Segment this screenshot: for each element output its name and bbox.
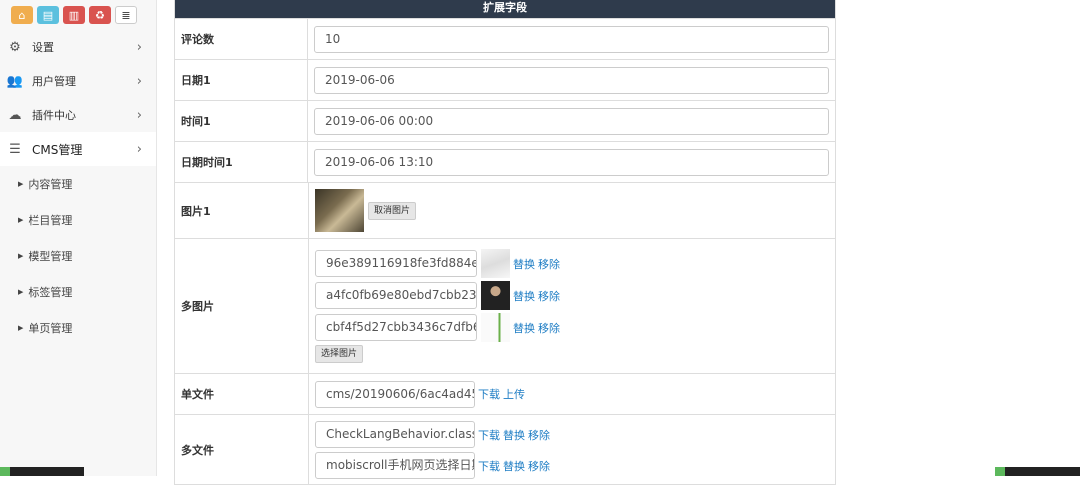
- sidebar-subitem-label: 标签管理: [28, 284, 72, 300]
- gears-icon: ⚙: [6, 40, 24, 55]
- multi-image-item: cbf4f5d27cbb3436c7dfb67 替换 移除: [315, 313, 829, 342]
- caret-right-icon: ▶: [18, 252, 23, 260]
- field-label: 单文件: [175, 374, 309, 414]
- home-icon[interactable]: ⌂: [11, 6, 33, 24]
- chevron-right-icon: ›: [137, 108, 142, 123]
- chevron-right-icon: ›: [137, 142, 142, 157]
- caret-right-icon: ▶: [18, 216, 23, 224]
- form-row-single-file: 单文件 cms/20190606/6ac4ad451 下载 上传: [175, 373, 835, 414]
- sidebar-subitem-tags[interactable]: ▶ 标签管理: [0, 274, 156, 310]
- caret-right-icon: ▶: [18, 324, 23, 332]
- multi-image-input[interactable]: a4fc0fb69e80ebd7cbb237: [315, 282, 477, 309]
- sidebar-item-plugins[interactable]: ☁ 插件中心 ›: [0, 98, 156, 132]
- select-images-button[interactable]: 选择图片: [315, 345, 363, 363]
- multi-image-input[interactable]: 96e389116918fe3fd884e9: [315, 250, 477, 277]
- form-row-multi-images: 多图片 96e389116918fe3fd884e9 替换 移除 a4fc0fb…: [175, 238, 835, 373]
- image-thumbnail: [481, 249, 510, 278]
- field-label: 多文件: [175, 415, 309, 484]
- field-label: 多图片: [175, 239, 309, 373]
- recycle-icon[interactable]: ♻: [89, 6, 111, 24]
- caret-right-icon: ▶: [18, 288, 23, 296]
- date1-input[interactable]: 2019-06-06: [314, 67, 829, 94]
- list-icon[interactable]: ≣: [115, 6, 137, 24]
- sidebar-subitem-label: 栏目管理: [28, 212, 72, 228]
- single-file-input[interactable]: cms/20190606/6ac4ad451: [315, 381, 475, 408]
- sidebar: ⌂ ▤ ▥ ♻ ≣ ⚙ 设置 › 👥 用户管理 › ☁ 插件中心 › ☰ CMS…: [0, 0, 157, 476]
- sidebar-subitem-category[interactable]: ▶ 栏目管理: [0, 202, 156, 238]
- multi-file-item: mobiscroll手机网页选择日期 下载 替换 移除: [315, 452, 829, 479]
- datetime1-input[interactable]: 2019-06-06 13:10: [314, 149, 829, 176]
- form-row-multi-files: 多文件 CheckLangBehavior.class.r 下载 替换 移除 m…: [175, 414, 835, 484]
- field-label: 时间1: [175, 101, 308, 141]
- remove-link[interactable]: 移除: [528, 458, 550, 474]
- status-indicator: [995, 467, 1005, 476]
- form-row-image1: 图片1 取消图片: [175, 182, 835, 238]
- download-link[interactable]: 下载: [478, 427, 500, 443]
- chevron-right-icon: ›: [137, 40, 142, 55]
- image-thumbnail: [481, 281, 510, 310]
- form-row-datetime1: 日期时间1 2019-06-06 13:10: [175, 141, 835, 182]
- caret-right-icon: ▶: [18, 180, 23, 188]
- remove-link[interactable]: 移除: [538, 288, 560, 304]
- cloud-icon: ☁: [6, 108, 24, 123]
- document-icon[interactable]: ▤: [37, 6, 59, 24]
- sidebar-item-label: 设置: [32, 39, 54, 55]
- field-label: 日期1: [175, 60, 308, 100]
- image-thumbnail: [315, 189, 364, 232]
- sidebar-subitem-label: 内容管理: [28, 176, 72, 192]
- extended-fields-panel: 扩展字段 评论数 10 日期1 2019-06-06 时间1 2019-06-0…: [174, 0, 836, 485]
- status-indicator: [0, 467, 10, 476]
- sidebar-subitem-label: 模型管理: [28, 248, 72, 264]
- replace-link[interactable]: 替换: [513, 288, 535, 304]
- field-label: 日期时间1: [175, 142, 308, 182]
- form-row-comments: 评论数 10: [175, 18, 835, 59]
- status-bar-right: [995, 467, 1080, 476]
- form-row-date1: 日期1 2019-06-06: [175, 59, 835, 100]
- multi-file-item: CheckLangBehavior.class.r 下载 替换 移除: [315, 421, 829, 448]
- sidebar-item-cms[interactable]: ☰ CMS管理 ›: [0, 132, 156, 166]
- cancel-image-button[interactable]: 取消图片: [368, 202, 416, 220]
- remove-link[interactable]: 移除: [528, 427, 550, 443]
- sidebar-item-settings[interactable]: ⚙ 设置 ›: [0, 30, 156, 64]
- sidebar-item-label: CMS管理: [32, 141, 82, 158]
- comments-input[interactable]: 10: [314, 26, 829, 53]
- sidebar-item-label: 插件中心: [32, 107, 76, 123]
- remove-link[interactable]: 移除: [538, 320, 560, 336]
- sidebar-subitem-content[interactable]: ▶ 内容管理: [0, 166, 156, 202]
- multi-image-item: a4fc0fb69e80ebd7cbb237 替换 移除: [315, 281, 829, 310]
- field-label: 图片1: [175, 183, 309, 238]
- chevron-right-icon: ›: [137, 74, 142, 89]
- time1-input[interactable]: 2019-06-06 00:00: [314, 108, 829, 135]
- sidebar-item-label: 用户管理: [32, 73, 76, 89]
- sidebar-subitem-pages[interactable]: ▶ 单页管理: [0, 310, 156, 346]
- trash-icon[interactable]: ▥: [63, 6, 85, 24]
- image-thumbnail: [481, 313, 510, 342]
- list-icon: ☰: [6, 142, 24, 157]
- replace-link[interactable]: 替换: [513, 320, 535, 336]
- multi-image-input[interactable]: cbf4f5d27cbb3436c7dfb67: [315, 314, 477, 341]
- upload-link[interactable]: 上传: [503, 386, 525, 402]
- multi-image-item: 96e389116918fe3fd884e9 替换 移除: [315, 249, 829, 278]
- sidebar-subitem-label: 单页管理: [28, 320, 72, 336]
- sidebar-item-users[interactable]: 👥 用户管理 ›: [0, 64, 156, 98]
- form-row-time1: 时间1 2019-06-06 00:00: [175, 100, 835, 141]
- download-link[interactable]: 下载: [478, 386, 500, 402]
- users-icon: 👥: [6, 74, 24, 89]
- multi-file-input[interactable]: CheckLangBehavior.class.r: [315, 421, 475, 448]
- field-label: 评论数: [175, 19, 308, 59]
- replace-link[interactable]: 替换: [503, 427, 525, 443]
- panel-title: 扩展字段: [175, 0, 835, 18]
- replace-link[interactable]: 替换: [513, 256, 535, 272]
- status-bar-left: [0, 467, 84, 476]
- replace-link[interactable]: 替换: [503, 458, 525, 474]
- sidebar-subitem-model[interactable]: ▶ 模型管理: [0, 238, 156, 274]
- remove-link[interactable]: 移除: [538, 256, 560, 272]
- download-link[interactable]: 下载: [478, 458, 500, 474]
- sidebar-toolbar: ⌂ ▤ ▥ ♻ ≣: [0, 0, 156, 30]
- multi-file-input[interactable]: mobiscroll手机网页选择日期: [315, 452, 475, 479]
